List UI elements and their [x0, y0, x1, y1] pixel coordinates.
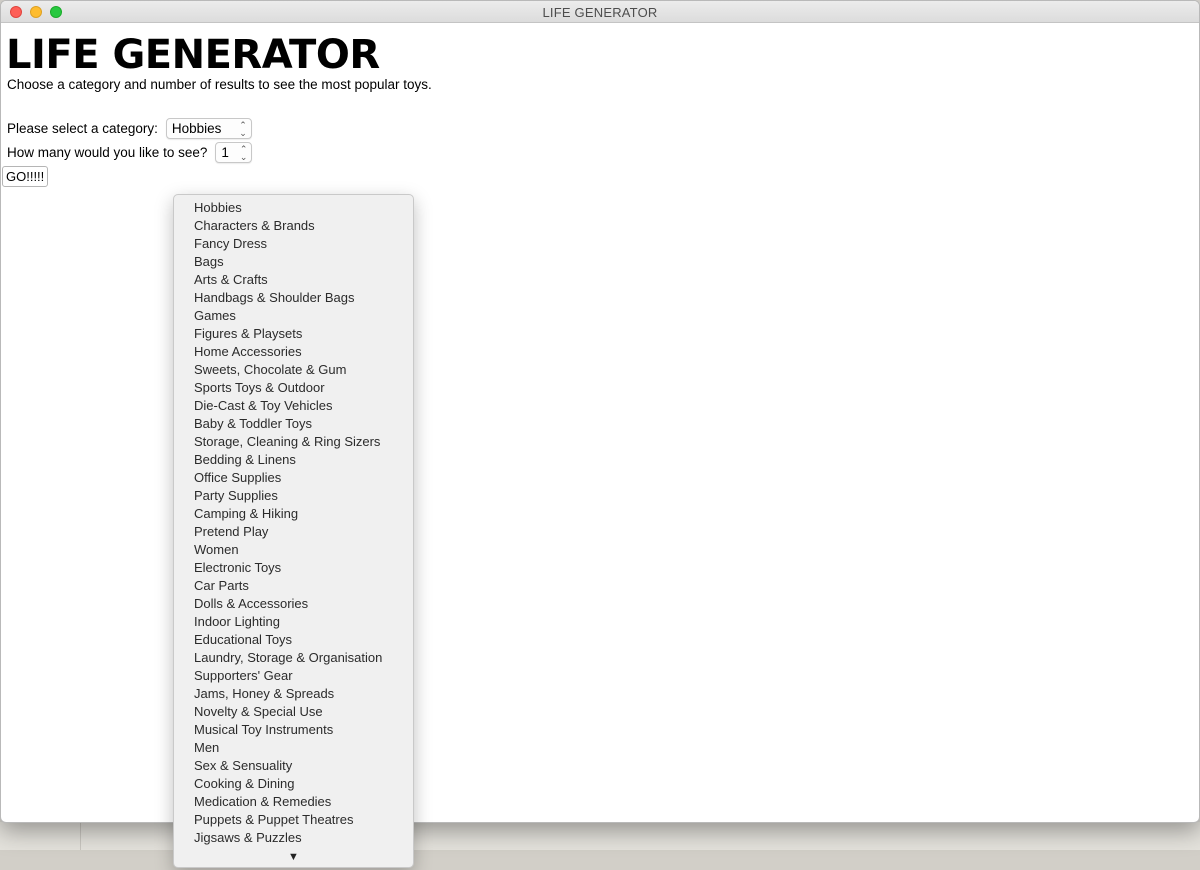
page-subtitle: Choose a category and number of results …	[7, 77, 432, 92]
dropdown-option[interactable]: Dolls & Accessories	[174, 595, 413, 613]
dropdown-option[interactable]: Men	[174, 739, 413, 757]
dropdown-option[interactable]: Sports Toys & Outdoor	[174, 379, 413, 397]
dropdown-option[interactable]: Electronic Toys	[174, 559, 413, 577]
dropdown-option[interactable]: Novelty & Special Use	[174, 703, 413, 721]
dropdown-option[interactable]: Sex & Sensuality	[174, 757, 413, 775]
title-bar: LIFE GENERATOR	[1, 1, 1199, 23]
go-button[interactable]: GO!!!!!	[2, 166, 49, 187]
dropdown-option[interactable]: Bags	[174, 253, 413, 271]
dropdown-option[interactable]: Medication & Remedies	[174, 793, 413, 811]
category-select[interactable]: Hobbies ⌃ ⌄	[165, 118, 252, 139]
dropdown-option[interactable]: Pretend Play	[174, 523, 413, 541]
count-select[interactable]: 1 ⌃ ⌄	[215, 142, 253, 163]
dropdown-option[interactable]: Cooking & Dining	[174, 775, 413, 793]
scroll-down-arrow-icon[interactable]: ▼	[174, 851, 413, 863]
dropdown-option[interactable]: Die-Cast & Toy Vehicles	[174, 397, 413, 415]
dropdown-option[interactable]: Characters & Brands	[174, 217, 413, 235]
dropdown-option[interactable]: Indoor Lighting	[174, 613, 413, 631]
dropdown-option[interactable]: Supporters' Gear	[174, 667, 413, 685]
category-dropdown-menu[interactable]: Hobbies Characters & Brands Fancy Dress Bag…	[173, 194, 414, 868]
dropdown-option[interactable]: Storage, Cleaning & Ring Sizers	[174, 433, 413, 451]
dropdown-option[interactable]: Baby & Toddler Toys	[174, 415, 413, 433]
dropdown-option[interactable]: Bedding & Linens	[174, 451, 413, 469]
dropdown-option[interactable]: Games	[174, 307, 413, 325]
dropdown-option[interactable]: Home Accessories	[174, 343, 413, 361]
count-selected-value: 1	[221, 145, 229, 160]
dropdown-option[interactable]: Laundry, Storage & Organisation	[174, 649, 413, 667]
dropdown-option[interactable]: Car Parts	[174, 577, 413, 595]
dropdown-option[interactable]: Musical Toy Instruments	[174, 721, 413, 739]
count-row: How many would you like to see? 1 ⌃ ⌄	[7, 142, 253, 163]
dropdown-option[interactable]: Women	[174, 541, 413, 559]
dropdown-option[interactable]: Educational Toys	[174, 631, 413, 649]
page-title: LIFE GENERATOR	[6, 32, 380, 78]
count-label: How many would you like to see?	[7, 145, 208, 160]
dropdown-option[interactable]: Fancy Dress	[174, 235, 413, 253]
dropdown-option[interactable]: Jams, Honey & Spreads	[174, 685, 413, 703]
desktop-divider	[80, 822, 81, 850]
dropdown-option[interactable]: Sweets, Chocolate & Gum	[174, 361, 413, 379]
dropdown-option[interactable]: Hobbies	[174, 199, 413, 217]
updown-chevron-icon: ⌃ ⌄	[239, 143, 248, 162]
dropdown-option[interactable]: Handbags & Shoulder Bags	[174, 289, 413, 307]
dropdown-option[interactable]: Figures & Playsets	[174, 325, 413, 343]
dropdown-option[interactable]: Puppets & Puppet Theatres	[174, 811, 413, 829]
window-title: LIFE GENERATOR	[542, 5, 658, 20]
dropdown-option[interactable]: Jigsaws & Puzzles	[174, 829, 413, 847]
category-row: Please select a category: Hobbies ⌃ ⌄	[7, 118, 252, 139]
dropdown-option[interactable]: Camping & Hiking	[174, 505, 413, 523]
category-selected-value: Hobbies	[171, 121, 222, 136]
dropdown-option[interactable]: Party Supplies	[174, 487, 413, 505]
updown-chevron-icon: ⌃ ⌄	[239, 119, 247, 138]
dropdown-option[interactable]: Office Supplies	[174, 469, 413, 487]
dropdown-item-list: Hobbies Characters & Brands Fancy Dress Bag…	[174, 199, 413, 847]
category-label: Please select a category:	[7, 121, 158, 136]
dropdown-option[interactable]: Arts & Crafts	[174, 271, 413, 289]
